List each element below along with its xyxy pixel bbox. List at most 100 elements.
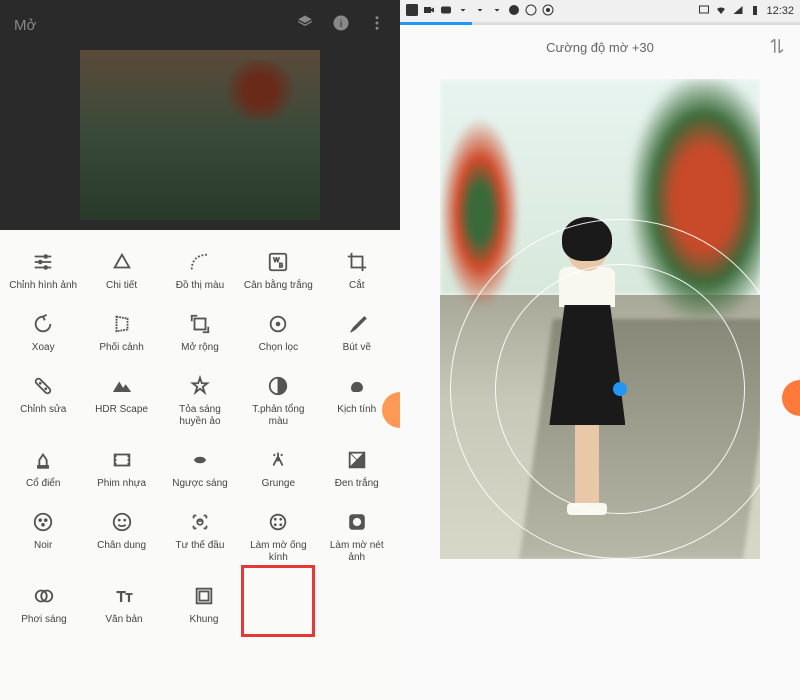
tool-film[interactable]: Phim nhựa <box>86 444 158 494</box>
tool-label: Đồ thị màu <box>176 280 224 292</box>
selective-icon <box>266 312 290 336</box>
bw-icon <box>345 448 369 472</box>
compare-icon[interactable] <box>768 37 786 58</box>
tool-label: Làm mờ ống kính <box>243 540 313 564</box>
status-bar: 12:32 <box>400 0 800 22</box>
crop-icon <box>345 250 369 274</box>
tool-expand[interactable]: Mở rộng <box>164 308 236 358</box>
tool-lensblur[interactable]: Làm mờ ống kính <box>242 506 314 568</box>
tool-label: Mở rộng <box>181 342 219 354</box>
perspective-icon <box>110 312 134 336</box>
download-icon <box>474 4 486 19</box>
tool-label: Chỉnh hình ảnh <box>9 280 77 292</box>
tools-panel: Chỉnh hình ảnh Chi tiết Đồ thị màu WBCân… <box>0 230 400 700</box>
tool-headpose[interactable]: Tư thế đầu <box>164 506 236 568</box>
tool-bw[interactable]: Đen trắng <box>321 444 393 494</box>
vignette-icon <box>345 510 369 534</box>
wifi-icon <box>715 4 727 19</box>
tool-vignette[interactable]: Làm mờ nét ảnh <box>321 506 393 568</box>
tool-label: Phối cảnh <box>99 342 143 354</box>
tool-details[interactable]: Chi tiết <box>86 246 158 296</box>
left-header: Mở i <box>0 0 400 50</box>
tool-crop[interactable]: Cắt <box>321 246 393 296</box>
tool-label: Tỏa sáng huyền ảo <box>165 404 235 428</box>
tool-tonal[interactable]: T.phản tổng màu <box>242 370 314 432</box>
tool-healing[interactable]: Chỉnh sửa <box>7 370 79 432</box>
healing-icon <box>31 374 55 398</box>
glamour-icon <box>188 374 212 398</box>
tool-label: Cân bằng trắng <box>244 280 313 292</box>
tool-label: Ngược sáng <box>172 478 228 490</box>
tool-perspective[interactable]: Phối cảnh <box>86 308 158 358</box>
cast-icon <box>698 4 710 19</box>
film-icon <box>110 448 134 472</box>
tool-vintage[interactable]: Cổ điển <box>7 444 79 494</box>
doubleexp-icon <box>32 584 56 608</box>
photo-preview[interactable] <box>80 50 320 220</box>
youtube-icon <box>440 4 452 19</box>
tool-label: HDR Scape <box>95 404 148 416</box>
noir-icon <box>31 510 55 534</box>
tool-doubleexposure[interactable]: Phơi sáng <box>8 580 80 630</box>
frame-icon <box>192 584 216 608</box>
circle-icon <box>525 4 537 19</box>
svg-text:Tᴛ: Tᴛ <box>117 590 133 606</box>
open-label[interactable]: Mở <box>14 17 36 34</box>
tool-brush[interactable]: Bút vẽ <box>321 308 393 358</box>
tool-whitebalance[interactable]: WBCân bằng trắng <box>242 246 314 296</box>
tool-noir[interactable]: Noir <box>7 506 79 568</box>
hdr-icon <box>110 374 134 398</box>
tool-rotate[interactable]: Xoay <box>7 308 79 358</box>
more-icon[interactable] <box>368 14 386 36</box>
right-phone: 12:32 Cường độ mờ +30 <box>400 0 800 700</box>
tonal-icon <box>266 374 290 398</box>
blur-center-handle[interactable] <box>613 382 627 396</box>
facebook-icon <box>406 4 418 19</box>
tool-label: Cắt <box>349 280 365 292</box>
blur-value-label: Cường độ mờ +30 <box>546 40 654 55</box>
text-icon: Tᴛ <box>112 584 136 608</box>
tool-label: Chân dung <box>97 540 146 552</box>
tool-curves[interactable]: Đồ thị màu <box>164 246 236 296</box>
tool-text[interactable]: Tᴛ Văn bản <box>88 580 160 630</box>
tool-label: Phơi sáng <box>21 614 66 626</box>
tool-label: Bút vẽ <box>343 342 371 354</box>
tool-grunge[interactable]: Grunge <box>242 444 314 494</box>
brush-icon <box>345 312 369 336</box>
tool-portrait[interactable]: Chân dung <box>86 506 158 568</box>
tool-glamour[interactable]: Tỏa sáng huyền ảo <box>164 370 236 432</box>
portrait-icon <box>110 510 134 534</box>
tool-hdr[interactable]: HDR Scape <box>86 370 158 432</box>
tool-selective[interactable]: Chọn lọc <box>242 308 314 358</box>
tool-label: Chi tiết <box>106 280 137 292</box>
layers-icon[interactable] <box>296 14 314 36</box>
tool-label: Grunge <box>262 478 295 490</box>
left-preview-area: Mở i <box>0 0 400 230</box>
tool-label: Đen trắng <box>335 478 379 490</box>
left-phone: Mở i Chỉnh hình ảnh Chi tiết Đồ thị màu … <box>0 0 400 700</box>
vintage-icon <box>31 448 55 472</box>
tool-label: Tư thế đầu <box>175 540 224 552</box>
tool-tune[interactable]: Chỉnh hình ảnh <box>7 246 79 296</box>
tool-retrolux[interactable]: Ngược sáng <box>164 444 236 494</box>
sync-icon <box>542 4 554 19</box>
lensblur-icon <box>266 510 290 534</box>
info-icon[interactable]: i <box>332 14 350 36</box>
edited-photo[interactable] <box>440 79 760 559</box>
retrolux-icon <box>188 448 212 472</box>
canvas-area[interactable] <box>400 69 800 699</box>
tool-label: Xoay <box>32 342 55 354</box>
tool-label: Văn bản <box>105 614 142 626</box>
grunge-icon <box>266 448 290 472</box>
uc-icon <box>508 4 520 19</box>
tool-label: Phim nhựa <box>97 478 146 490</box>
tool-frame[interactable]: Khung <box>168 580 240 630</box>
tool-drama[interactable]: Kịch tính <box>321 370 393 432</box>
expand-icon <box>188 312 212 336</box>
tune-icon <box>31 250 55 274</box>
battery-icon <box>749 4 761 19</box>
edit-header: Cường độ mờ +30 <box>400 25 800 69</box>
tool-label: Noir <box>34 540 52 552</box>
video-icon <box>423 4 435 19</box>
tool-label: Chọn lọc <box>259 342 298 354</box>
